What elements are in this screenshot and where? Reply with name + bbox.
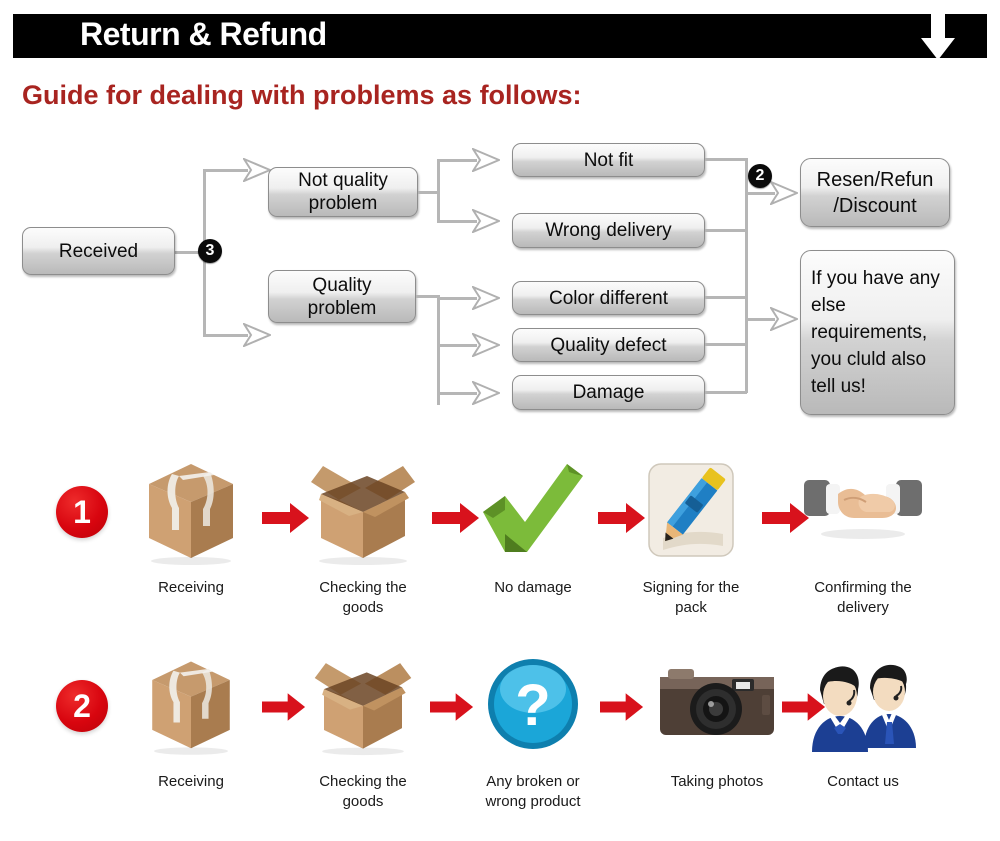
red-right-arrow-icon — [600, 692, 644, 722]
connector-line — [437, 159, 440, 223]
step-label: Any broken or wrong product — [485, 773, 581, 810]
flow-box-quality-problem: Quality problem — [268, 270, 416, 323]
connector-line — [437, 159, 477, 162]
green-check-icon — [470, 450, 596, 570]
flow-box-damage: Damage — [512, 375, 705, 410]
step-contact-us: Contact us — [800, 644, 926, 792]
step-label: Receiving — [158, 773, 224, 790]
problem-flowchart: Received 3 Not quality problem Quality p… — [0, 130, 1000, 430]
process-row-1: 1 Receiving Checking the goods No damage… — [0, 450, 1000, 650]
connector-line — [437, 297, 477, 300]
open-box-icon — [300, 644, 426, 764]
flow-box-label: Color different — [549, 287, 668, 309]
connector-line — [437, 295, 440, 405]
connector-line — [705, 229, 747, 232]
step-label: Receiving — [158, 579, 224, 596]
flow-box-label-line2: problem — [308, 193, 378, 214]
sealed-box-icon — [128, 450, 254, 570]
badge-3: 3 — [198, 239, 222, 263]
sealed-box-icon — [128, 644, 254, 764]
flow-box-label: Received — [58, 240, 139, 262]
step-label: Taking photos — [670, 773, 764, 790]
return-refund-infographic: Return & Refund Guide for dealing with p… — [0, 0, 1000, 841]
flow-box-label-line2: problem — [307, 297, 377, 319]
flow-box-received: Received — [22, 227, 175, 275]
process-row-2: 2 Receiving Checking the goods ? Any bro… — [0, 650, 1000, 841]
arrowhead-icon — [472, 381, 500, 405]
flow-box-label-line2: /Discount — [833, 194, 917, 217]
guide-heading: Guide for dealing with problems as follo… — [22, 80, 582, 110]
flow-box-label: If you have any else requirements, you c… — [811, 268, 940, 397]
open-box-icon — [300, 450, 426, 570]
connector-line — [437, 220, 477, 223]
pencil-signing-icon — [628, 450, 754, 570]
camera-icon — [650, 644, 784, 764]
flow-box-extra-requirements: If you have any else requirements, you c… — [800, 250, 955, 415]
connector-line — [705, 391, 747, 394]
flow-box-label: Not fit — [583, 149, 634, 171]
step-confirming-delivery: Confirming the delivery — [800, 450, 926, 618]
flow-box-color-different: Color different — [512, 281, 705, 315]
arrowhead-icon — [472, 148, 500, 172]
step-any-broken-or-wrong: ? Any broken or wrong product — [470, 644, 596, 812]
step-label: Signing for the pack — [642, 579, 740, 616]
flow-box-label: Wrong delivery — [545, 220, 672, 241]
step-number-badge-1: 1 — [56, 486, 108, 538]
arrowhead-icon — [243, 158, 271, 182]
flow-box-label-line1: Resen/Refun — [816, 168, 934, 191]
down-arrow-icon — [916, 14, 960, 62]
connector-line — [203, 334, 248, 337]
connector-line — [437, 392, 477, 395]
flow-box-label: Damage — [572, 382, 645, 403]
connector-line — [705, 343, 747, 346]
flow-box-quality-defect: Quality defect — [512, 328, 705, 362]
step-label: No damage — [494, 579, 572, 596]
flow-box-label-line1: Not quality — [298, 170, 388, 191]
step-number-badge-2: 2 — [56, 680, 108, 732]
step-receiving: Receiving — [128, 644, 254, 792]
badge-2: 2 — [748, 164, 772, 188]
step-checking-goods: Checking the goods — [300, 644, 426, 812]
arrowhead-icon — [472, 209, 500, 233]
connector-line — [705, 296, 747, 299]
step-label: Confirming the delivery — [814, 579, 912, 616]
step-label: Contact us — [827, 773, 899, 790]
connector-line — [203, 169, 248, 172]
arrowhead-icon — [472, 286, 500, 310]
flow-box-label-line1: Quality — [312, 274, 372, 296]
connector-line — [705, 158, 747, 161]
arrowhead-icon — [770, 181, 798, 205]
support-agents-icon — [800, 644, 926, 764]
flow-box-not-quality-problem: Not quality problem — [268, 167, 418, 217]
connector-line — [437, 344, 477, 347]
step-label: Checking the goods — [319, 579, 407, 616]
step-checking-goods: Checking the goods — [300, 450, 426, 618]
handshake-icon — [800, 450, 926, 570]
step-taking-photos: Taking photos — [650, 644, 784, 792]
arrowhead-icon — [472, 333, 500, 357]
step-signing-for-pack: Signing for the pack — [628, 450, 754, 618]
arrowhead-icon — [243, 323, 271, 347]
step-receiving: Receiving — [128, 450, 254, 598]
svg-text:?: ? — [515, 673, 550, 738]
flow-box-resend-refund-discount: Resen/Refun /Discount — [800, 158, 950, 227]
step-no-damage: No damage — [470, 450, 596, 598]
page-title: Return & Refund — [80, 16, 327, 52]
flow-box-not-fit: Not fit — [512, 143, 705, 177]
flow-box-label: Quality defect — [550, 334, 667, 356]
arrowhead-icon — [770, 307, 798, 331]
question-mark-icon: ? — [470, 644, 596, 764]
flow-box-wrong-delivery: Wrong delivery — [512, 213, 705, 248]
step-label: Checking the goods — [319, 773, 407, 810]
red-right-arrow-icon — [430, 692, 474, 722]
